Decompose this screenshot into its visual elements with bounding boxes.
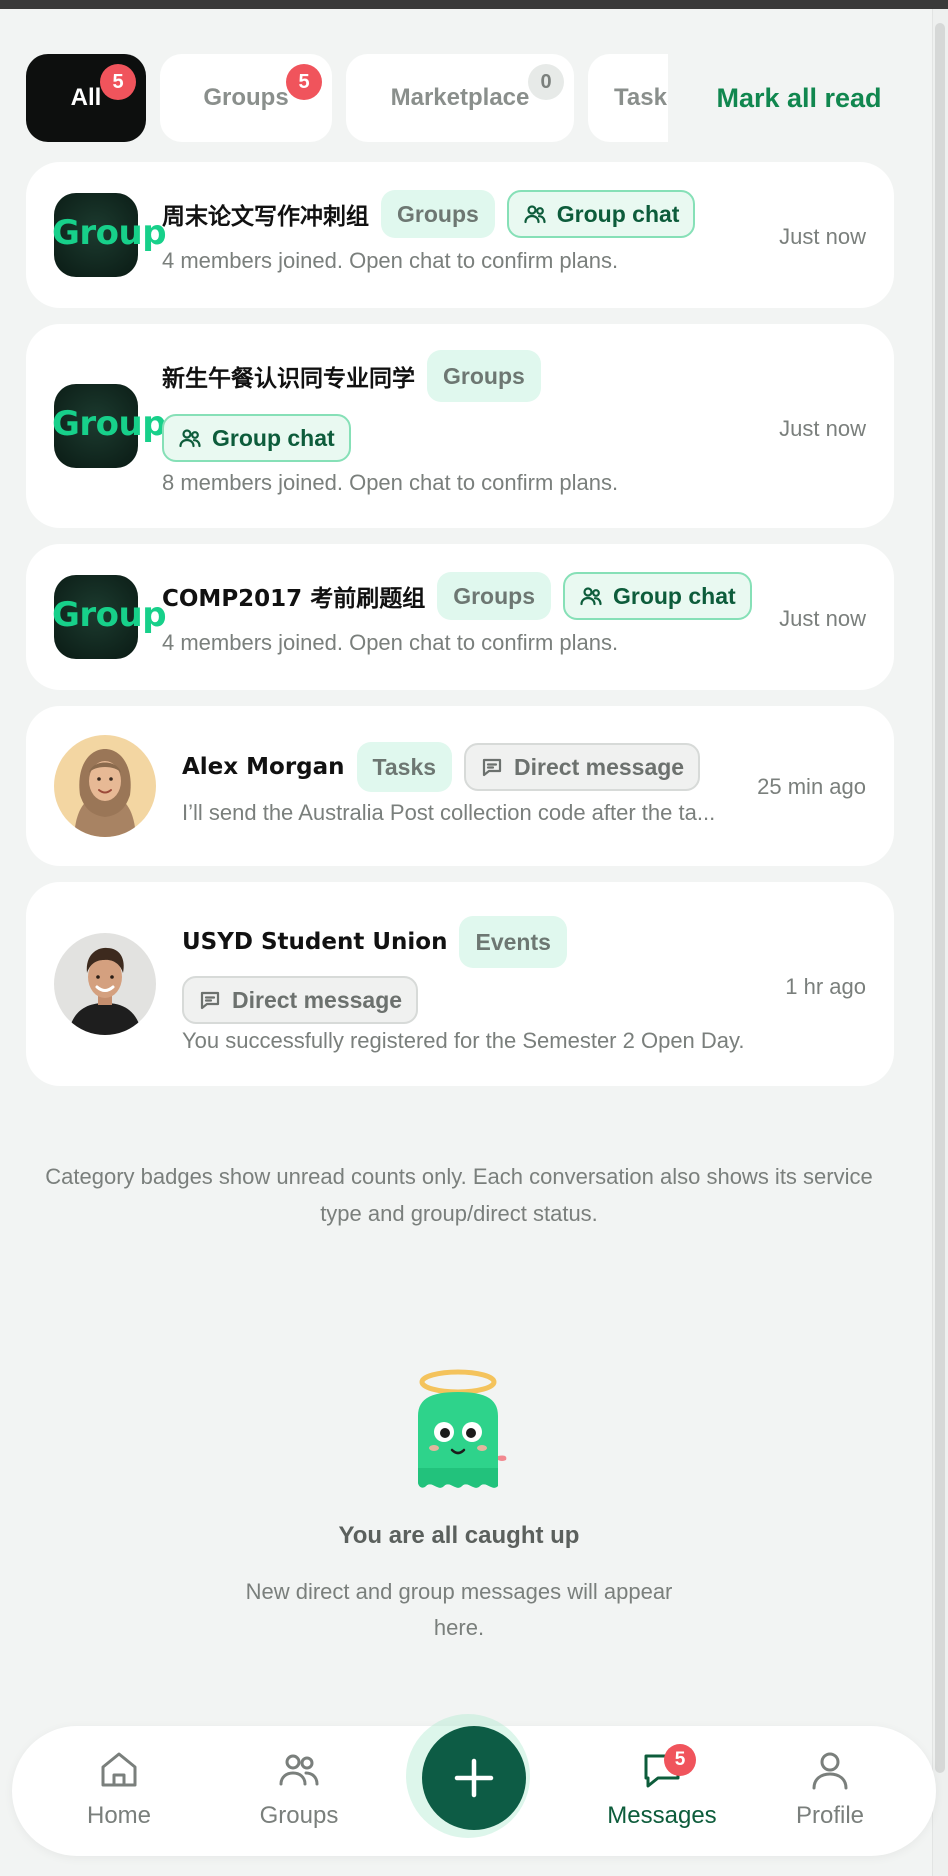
- message-preview: I’ll send the Australia Post collection …: [182, 800, 716, 825]
- conversation-tags: Group chat: [162, 414, 351, 462]
- conversation-name: COMP2017 考前刷题组: [162, 586, 426, 612]
- timestamp: Just now: [779, 606, 866, 631]
- group-avatar-text: Group: [52, 595, 167, 635]
- message-preview: 4 members joined. Open chat to confirm p…: [162, 630, 619, 655]
- conversation-tags: Direct message: [182, 976, 419, 1024]
- unread-badge: 5: [286, 64, 322, 100]
- timestamp: Just now: [779, 416, 866, 441]
- tab-marketplace[interactable]: Marketplace 0: [346, 54, 574, 142]
- nav-label: Messages: [607, 1802, 717, 1829]
- chat-type-label: Group chat: [212, 424, 335, 451]
- group-avatar-text: Group: [52, 404, 167, 444]
- timestamp: Just now: [779, 224, 866, 249]
- nav-label: Profile: [795, 1802, 865, 1829]
- unread-badge: 0: [528, 64, 564, 100]
- avatar-photo-icon: [54, 933, 156, 1035]
- create-button[interactable]: [422, 1726, 526, 1830]
- timestamp: 1 hr ago: [785, 974, 866, 999]
- home-icon: [101, 1752, 137, 1787]
- conversation-item[interactable]: Group 新生午餐认识同专业同学 Groups Group chat 8 me…: [26, 324, 894, 528]
- nav-messages[interactable]: 5 Messages: [597, 1726, 727, 1856]
- mark-all-read-button[interactable]: Mark all read: [668, 54, 930, 142]
- service-type-badge: Events: [459, 916, 567, 968]
- conversation-header: COMP2017 考前刷题组 Groups Group chat: [162, 572, 752, 620]
- direct-message-badge: Direct message: [182, 976, 419, 1024]
- plus-icon: [454, 1758, 494, 1798]
- group-avatar: Group: [52, 193, 167, 277]
- direct-message-badge: Direct message: [464, 743, 701, 791]
- chat-type-label: Group chat: [612, 582, 736, 609]
- conversation-name: Alex Morgan: [182, 754, 345, 780]
- scrollbar[interactable]: [932, 9, 948, 1876]
- tab-groups[interactable]: Groups 5: [160, 54, 332, 142]
- chat-type-label: Direct message: [232, 986, 403, 1013]
- conversation-name: USYD Student Union: [182, 929, 448, 955]
- message-preview: 8 members joined. Open chat to confirm p…: [162, 470, 619, 495]
- empty-state-title: You are all caught up: [338, 1522, 580, 1549]
- group-icon: [179, 429, 201, 448]
- group-avatar-text: Group: [52, 213, 167, 253]
- tab-label: Marketplace: [390, 84, 530, 111]
- chat-type-label: Group chat: [556, 200, 680, 227]
- conversation-header: 新生午餐认识同专业同学 Groups: [162, 350, 541, 402]
- avatar: [54, 735, 156, 837]
- empty-state-subtitle: New direct and group messages will appea…: [245, 1579, 673, 1640]
- unread-badge: 5: [100, 64, 136, 100]
- timestamp: 25 min ago: [757, 774, 866, 799]
- conversation-header: 周末论文写作冲刺组 Groups Group chat: [162, 190, 696, 238]
- profile-icon: [812, 1752, 848, 1790]
- tab-tasks[interactable]: Tasks: [588, 54, 668, 142]
- chat-bubble-icon: [200, 991, 220, 1010]
- conversation-header: Alex Morgan Tasks Direct message: [182, 742, 701, 792]
- messages-unread-badge: 5: [664, 1744, 696, 1776]
- chat-type-label: Direct message: [514, 753, 685, 780]
- nav-home[interactable]: Home: [54, 1726, 184, 1856]
- nav-profile[interactable]: Profile: [765, 1726, 895, 1856]
- avatar-photo-icon: [54, 735, 156, 837]
- chat-bubble-icon: [482, 758, 502, 777]
- scrollbar-thumb[interactable]: [935, 23, 945, 1773]
- group-icon: [524, 205, 546, 224]
- service-type-badge: Groups: [427, 350, 541, 402]
- conversation-item[interactable]: Group COMP2017 考前刷题组 Groups Group chat 4…: [26, 544, 894, 690]
- tab-label: Groups: [203, 84, 289, 111]
- message-preview: You successfully registered for the Seme…: [182, 1028, 745, 1053]
- nav-label: Groups: [259, 1802, 339, 1829]
- service-type-badge: Groups: [381, 190, 495, 238]
- group-chat-badge: Group chat: [162, 414, 351, 462]
- conversation-name: 新生午餐认识同专业同学: [162, 366, 415, 392]
- avatar: [54, 933, 156, 1035]
- tab-label: Tasks: [614, 84, 668, 111]
- message-preview: 4 members joined. Open chat to confirm p…: [162, 248, 619, 273]
- group-chat-badge: Group chat: [506, 190, 696, 238]
- nav-groups[interactable]: Groups: [234, 1726, 364, 1856]
- group-avatar: Group: [52, 384, 167, 468]
- ghost-mascot-icon: [418, 1369, 507, 1488]
- group-icon: [580, 587, 602, 606]
- category-tabs: All 5 Groups 5 Marketplace 0 Tasks: [26, 54, 668, 142]
- tab-all[interactable]: All 5: [26, 54, 146, 142]
- group-chat-badge: Group chat: [562, 572, 752, 620]
- category-badge-note: Category badges show unread counts only.…: [45, 1164, 873, 1226]
- messages-icon-wrap: 5: [640, 1744, 696, 1792]
- service-type-badge: Tasks: [356, 742, 453, 792]
- conversation-item[interactable]: USYD Student Union Events Direct message…: [26, 882, 894, 1086]
- conversation-item[interactable]: Alex Morgan Tasks Direct message I’ll se…: [26, 706, 894, 866]
- nav-label: Home: [86, 1802, 152, 1829]
- conversation-header: USYD Student Union Events: [182, 916, 567, 968]
- service-type-badge: Groups: [437, 572, 551, 620]
- groups-icon: [279, 1754, 319, 1786]
- conversation-item[interactable]: Group 周末论文写作冲刺组 Groups Group chat 4 memb…: [26, 162, 894, 308]
- conversation-name: 周末论文写作冲刺组: [162, 204, 369, 230]
- tab-label: All: [70, 84, 102, 111]
- group-avatar: Group: [52, 575, 167, 659]
- window-top-bar: [0, 0, 948, 9]
